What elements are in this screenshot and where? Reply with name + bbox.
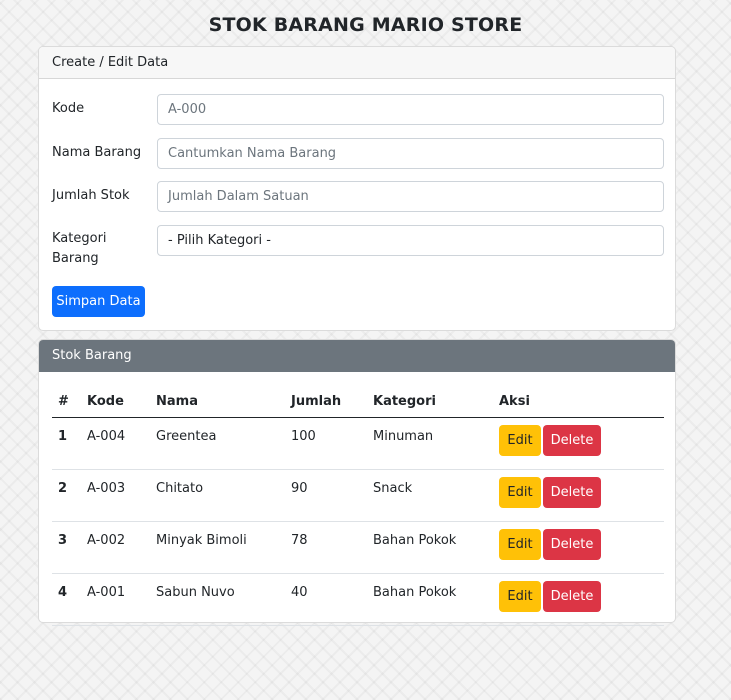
- row-jumlah: 78: [291, 533, 308, 548]
- delete-button[interactable]: Delete: [543, 529, 601, 560]
- table-row: 1 A-004 Greentea 100 Minuman Edit Delete: [52, 417, 664, 470]
- row-jumlah: 90: [291, 481, 308, 496]
- kode-label: Kode: [52, 101, 85, 116]
- column-header-kode: Kode: [81, 385, 150, 418]
- nama-barang-label: Nama Barang: [52, 145, 142, 160]
- edit-button[interactable]: Edit: [499, 425, 541, 456]
- row-kode: A-004: [87, 429, 126, 444]
- kategori-select[interactable]: - Pilih Kategori -: [157, 225, 664, 256]
- row-number: 4: [58, 585, 68, 600]
- row-jumlah: 100: [291, 429, 316, 444]
- page-title: STOK BARANG MARIO STORE: [208, 14, 523, 36]
- row-nama: Minyak Bimoli: [156, 533, 247, 548]
- row-number: 1: [58, 429, 68, 444]
- table-row: 4 A-001 Sabun Nuvo 40 Bahan Pokok Edit De…: [52, 573, 664, 626]
- stok-barang-card-header: Stok Barang: [39, 340, 675, 372]
- jumlah-stok-label: Jumlah Stok: [52, 188, 130, 203]
- row-number: 2: [58, 481, 68, 496]
- simpan-data-button[interactable]: Simpan Data: [52, 286, 145, 317]
- table-row: 3 A-002 Minyak Bimoli 78 Bahan Pokok Edi…: [52, 521, 664, 574]
- jumlah-stok-input[interactable]: Jumlah Dalam Satuan: [157, 181, 664, 212]
- edit-button[interactable]: Edit: [499, 581, 541, 612]
- nama-barang-input[interactable]: Cantumkan Nama Barang: [157, 138, 664, 169]
- row-nama: Greentea: [156, 429, 217, 444]
- column-header-no: #: [52, 385, 81, 418]
- row-kategori: Minuman: [373, 429, 434, 444]
- row-kategori: Bahan Pokok: [373, 533, 457, 548]
- kode-input[interactable]: A-000: [157, 94, 664, 125]
- delete-button[interactable]: Delete: [543, 581, 601, 612]
- delete-button[interactable]: Delete: [543, 425, 601, 456]
- row-nama: Sabun Nuvo: [156, 585, 235, 600]
- row-kategori: Bahan Pokok: [373, 585, 457, 600]
- stok-table: # Kode Nama Jumlah Kategori Aksi 1 A-004…: [52, 385, 664, 626]
- create-edit-card-header: Create / Edit Data: [39, 47, 675, 79]
- edit-button[interactable]: Edit: [499, 477, 541, 508]
- row-nama: Chitato: [156, 481, 204, 496]
- edit-button[interactable]: Edit: [499, 529, 541, 560]
- table-row: 2 A-003 Chitato 90 Snack Edit Delete: [52, 469, 664, 522]
- create-edit-card: Create / Edit Data Kode A-000 Nama Baran…: [38, 46, 676, 331]
- stok-barang-card: Stok Barang # Kode Nama Jumlah Kategori …: [38, 339, 676, 626]
- column-header-jumlah: Jumlah: [285, 385, 367, 418]
- row-kategori: Snack: [373, 481, 413, 496]
- column-header-aksi: Aksi: [493, 385, 664, 418]
- delete-button[interactable]: Delete: [543, 477, 601, 508]
- column-header-nama: Nama: [150, 385, 285, 418]
- row-jumlah: 40: [291, 585, 308, 600]
- row-kode: A-001: [87, 585, 126, 600]
- kategori-barang-label: Kategori Barang: [52, 231, 107, 266]
- row-kode: A-002: [87, 533, 126, 548]
- column-header-kategori: Kategori: [367, 385, 493, 418]
- table-header-row: # Kode Nama Jumlah Kategori Aksi: [52, 385, 664, 418]
- row-kode: A-003: [87, 481, 126, 496]
- row-number: 3: [58, 533, 68, 548]
